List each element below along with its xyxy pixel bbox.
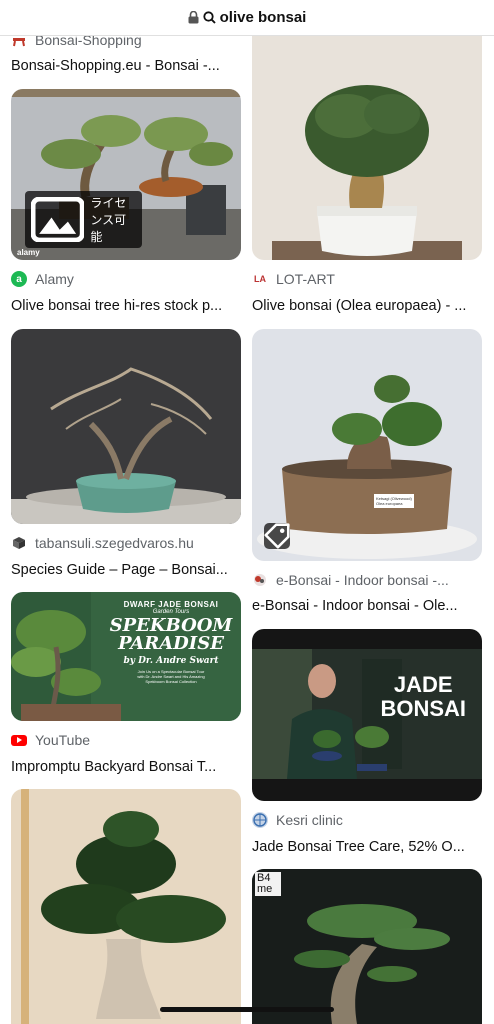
license-badge: ライセンス可能 — [25, 191, 142, 248]
license-text: ライセンス可能 — [90, 196, 127, 244]
source-label: LOT-ART — [276, 271, 335, 287]
pot-label-line: Olea europaea — [376, 501, 403, 506]
video-thumbnail-text: DWARF JADE BONSAI Garden Tours SPEKBOOM … — [106, 600, 236, 684]
ebonsai-favicon-icon — [252, 572, 268, 588]
result-image-tabansuli[interactable] — [11, 329, 241, 524]
result-title[interactable]: Impromptu Backyard Bonsai T... — [11, 759, 243, 775]
result-source[interactable]: LA LOT-ART — [252, 271, 482, 287]
thumb-big-line: BONSAI — [380, 696, 466, 721]
result-title[interactable]: Bonsai-Shopping.eu - Bonsai -... — [11, 58, 243, 74]
result-image-youtube[interactable]: DWARF JADE BONSAI Garden Tours SPEKBOOM … — [11, 592, 241, 721]
result-source[interactable]: Kesri clinic — [252, 812, 482, 828]
result-source[interactable]: a Alamy — [11, 271, 241, 287]
thumb-big-line: JADE — [393, 672, 453, 697]
thumb-big-line: PARADISE — [118, 633, 224, 654]
youtube-icon — [11, 734, 27, 746]
kesri-favicon-icon — [252, 812, 268, 828]
video-thumbnail-text: JADE BONSAI — [380, 673, 466, 721]
result-source[interactable]: tabansuli.szegedvaros.hu — [11, 535, 241, 551]
thumb-author: by Dr. Andre Swart — [123, 656, 219, 666]
result-source[interactable]: e-Bonsai - Indoor bonsai -... — [252, 572, 482, 588]
tabansuli-favicon-icon — [11, 535, 27, 551]
result-image-lotart[interactable] — [252, 36, 482, 260]
pot-label: Ketsagi (Olivewood) Olea europaea — [376, 496, 414, 506]
lotart-favicon-icon: LA — [252, 271, 268, 287]
lock-icon — [188, 11, 199, 24]
logo-line: me — [257, 883, 273, 895]
home-indicator[interactable] — [160, 1007, 334, 1012]
product-tag-badge — [264, 523, 290, 549]
result-title[interactable]: Species Guide – Page – Bonsai... — [11, 562, 243, 578]
thumb-line: DWARF JADE BONSAI — [123, 600, 219, 609]
result-image-kesri[interactable]: JADE BONSAI — [252, 629, 482, 801]
result-title[interactable]: Olive bonsai (Olea europaea) - ... — [252, 298, 484, 314]
search-icon — [203, 11, 216, 24]
result-image-alamy[interactable]: ライセンス可能 alamy — [11, 89, 241, 260]
tag-icon — [264, 523, 290, 549]
address-bar[interactable]: olive bonsai — [0, 0, 494, 36]
source-label: e-Bonsai - Indoor bonsai -... — [276, 572, 449, 588]
search-query: olive bonsai — [219, 9, 307, 26]
site-logo: B4 me — [255, 872, 281, 896]
image-icon — [31, 196, 85, 243]
source-label: YouTube — [35, 732, 91, 748]
result-image-bonsai-ficus[interactable] — [11, 789, 241, 1024]
result-title[interactable]: Olive bonsai tree hi-res stock p... — [11, 298, 243, 314]
result-title[interactable]: e-Bonsai - Indoor bonsai - Ole... — [252, 598, 484, 614]
alamy-favicon-icon: a — [11, 271, 27, 287]
thumb-desc: Spekboom Bonsai Collection — [145, 679, 197, 684]
result-title[interactable]: Jade Bonsai Tree Care, 52% O... — [252, 839, 484, 855]
result-image-ebonsai[interactable]: Ketsagi (Olivewood) Olea europaea — [252, 329, 482, 561]
watermark: alamy — [17, 248, 40, 257]
source-label: Alamy — [35, 271, 74, 287]
source-label: tabansuli.szegedvaros.hu — [35, 535, 194, 551]
result-image-bonsai-olive[interactable]: B4 me — [252, 869, 482, 1024]
address-text-group: olive bonsai — [188, 9, 307, 26]
result-source[interactable]: YouTube — [11, 732, 241, 748]
source-label: Kesri clinic — [276, 812, 343, 828]
